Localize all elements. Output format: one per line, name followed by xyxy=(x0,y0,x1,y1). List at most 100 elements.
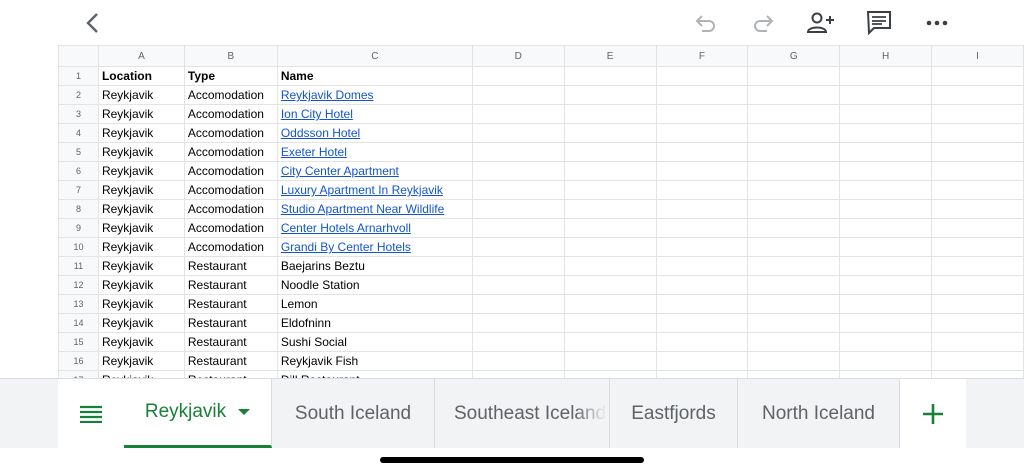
row-number[interactable]: 15 xyxy=(58,332,99,352)
cell-type[interactable]: Accomodation xyxy=(183,161,278,181)
cell-empty[interactable] xyxy=(655,104,749,124)
cell-empty[interactable] xyxy=(931,256,1024,276)
cell-empty[interactable] xyxy=(471,199,565,219)
cell-empty[interactable] xyxy=(747,370,841,378)
cell-empty[interactable] xyxy=(839,199,933,219)
cell-name[interactable]: Reykjavik Domes xyxy=(276,85,473,105)
cell-empty[interactable] xyxy=(931,237,1024,257)
cell-empty[interactable] xyxy=(747,351,841,371)
cell-location[interactable]: Reykjavik xyxy=(97,237,185,257)
cell-location[interactable]: Reykjavik xyxy=(97,180,185,200)
cell-empty[interactable] xyxy=(471,332,565,352)
cell-name[interactable]: Luxury Apartment In Reykjavik xyxy=(276,180,473,200)
cell-name[interactable]: City Center Apartment xyxy=(276,161,473,181)
cell-empty[interactable] xyxy=(563,275,657,295)
column-header[interactable]: F xyxy=(655,45,749,67)
cell-type[interactable]: Accomodation xyxy=(183,237,278,257)
cell-name[interactable]: Dill Restaurant xyxy=(276,370,473,378)
corner-cell[interactable] xyxy=(58,45,99,67)
cell-empty[interactable] xyxy=(931,199,1024,219)
cell-empty[interactable] xyxy=(839,104,933,124)
cell-empty[interactable] xyxy=(655,351,749,371)
row-number[interactable]: 8 xyxy=(58,199,99,219)
cell-name[interactable]: Ion City Hotel xyxy=(276,104,473,124)
row-number[interactable]: 9 xyxy=(58,218,99,238)
back-button[interactable] xyxy=(76,6,110,40)
cell-empty[interactable] xyxy=(655,294,749,314)
cell-empty[interactable] xyxy=(655,332,749,352)
cell-empty[interactable] xyxy=(931,104,1024,124)
row-number[interactable]: 4 xyxy=(58,123,99,143)
row-number[interactable]: 17 xyxy=(58,370,99,378)
cell-location[interactable]: Reykjavik xyxy=(97,85,185,105)
chevron-down-icon[interactable] xyxy=(238,409,251,415)
cell-empty[interactable] xyxy=(839,256,933,276)
cell-empty[interactable] xyxy=(931,123,1024,143)
row-number[interactable]: 1 xyxy=(58,66,99,86)
cell-empty[interactable] xyxy=(471,256,565,276)
cell-location[interactable]: Reykjavik xyxy=(97,123,185,143)
cell-empty[interactable] xyxy=(655,275,749,295)
cell-empty[interactable] xyxy=(839,294,933,314)
cell-empty[interactable] xyxy=(839,180,933,200)
cell-empty[interactable] xyxy=(931,332,1024,352)
cell-location[interactable]: Reykjavik xyxy=(97,256,185,276)
cell-empty[interactable] xyxy=(471,294,565,314)
row-number[interactable]: 13 xyxy=(58,294,99,314)
row-number[interactable]: 10 xyxy=(58,237,99,257)
cell-empty[interactable] xyxy=(747,275,841,295)
cell-empty[interactable] xyxy=(563,123,657,143)
column-header[interactable]: E xyxy=(563,45,657,67)
column-header[interactable]: G xyxy=(747,45,841,67)
cell-empty[interactable] xyxy=(655,66,749,86)
cell-empty[interactable] xyxy=(471,313,565,333)
cell-name[interactable]: Studio Apartment Near Wildlife xyxy=(276,199,473,219)
cell-type[interactable]: Restaurant xyxy=(183,313,278,333)
cell-empty[interactable] xyxy=(747,85,841,105)
cell-location[interactable]: Reykjavik xyxy=(97,370,185,378)
sheet-tab-north-iceland[interactable]: North Iceland xyxy=(738,379,900,448)
cell-empty[interactable] xyxy=(839,313,933,333)
cell-location[interactable]: Reykjavik xyxy=(97,294,185,314)
cell-empty[interactable] xyxy=(839,370,933,378)
cell-empty[interactable] xyxy=(563,237,657,257)
cell-empty[interactable] xyxy=(471,218,565,238)
redo-button[interactable] xyxy=(746,6,780,40)
cell-empty[interactable] xyxy=(839,351,933,371)
cell-empty[interactable] xyxy=(655,142,749,162)
cell-name[interactable]: Center Hotels Arnarhvoll xyxy=(276,218,473,238)
cell-empty[interactable] xyxy=(655,161,749,181)
cell-name[interactable]: Reykjavik Fish xyxy=(276,351,473,371)
cell-empty[interactable] xyxy=(471,180,565,200)
cell-empty[interactable] xyxy=(563,85,657,105)
spreadsheet-grid[interactable]: A B C D E F G H I 1 Location Type Name 2 Reyk… xyxy=(58,45,1024,378)
cell-name[interactable]: Oddsson Hotel xyxy=(276,123,473,143)
row-number[interactable]: 14 xyxy=(58,313,99,333)
cell-empty[interactable] xyxy=(563,180,657,200)
cell-location[interactable]: Reykjavik xyxy=(97,313,185,333)
column-header[interactable]: B xyxy=(183,45,278,67)
cell-empty[interactable] xyxy=(747,218,841,238)
cell-type[interactable]: Accomodation xyxy=(183,199,278,219)
cell-empty[interactable] xyxy=(655,256,749,276)
cell-empty[interactable] xyxy=(655,370,749,378)
cell-empty[interactable] xyxy=(747,161,841,181)
cell-type[interactable]: Restaurant xyxy=(183,332,278,352)
cell-name[interactable]: Eldofninn xyxy=(276,313,473,333)
cell-type[interactable]: Type xyxy=(183,66,278,86)
cell-type[interactable]: Restaurant xyxy=(183,294,278,314)
cell-empty[interactable] xyxy=(931,66,1024,86)
cell-empty[interactable] xyxy=(655,313,749,333)
cell-empty[interactable] xyxy=(563,294,657,314)
cell-type[interactable]: Accomodation xyxy=(183,142,278,162)
cell-empty[interactable] xyxy=(931,275,1024,295)
cell-empty[interactable] xyxy=(471,85,565,105)
cell-empty[interactable] xyxy=(839,123,933,143)
cell-empty[interactable] xyxy=(471,275,565,295)
sheet-tab-reykjavik[interactable]: Reykjavik xyxy=(124,379,272,448)
cell-empty[interactable] xyxy=(563,161,657,181)
cell-empty[interactable] xyxy=(563,218,657,238)
cell-location[interactable]: Reykjavik xyxy=(97,218,185,238)
cell-type[interactable]: Accomodation xyxy=(183,218,278,238)
cell-type[interactable]: Restaurant xyxy=(183,256,278,276)
